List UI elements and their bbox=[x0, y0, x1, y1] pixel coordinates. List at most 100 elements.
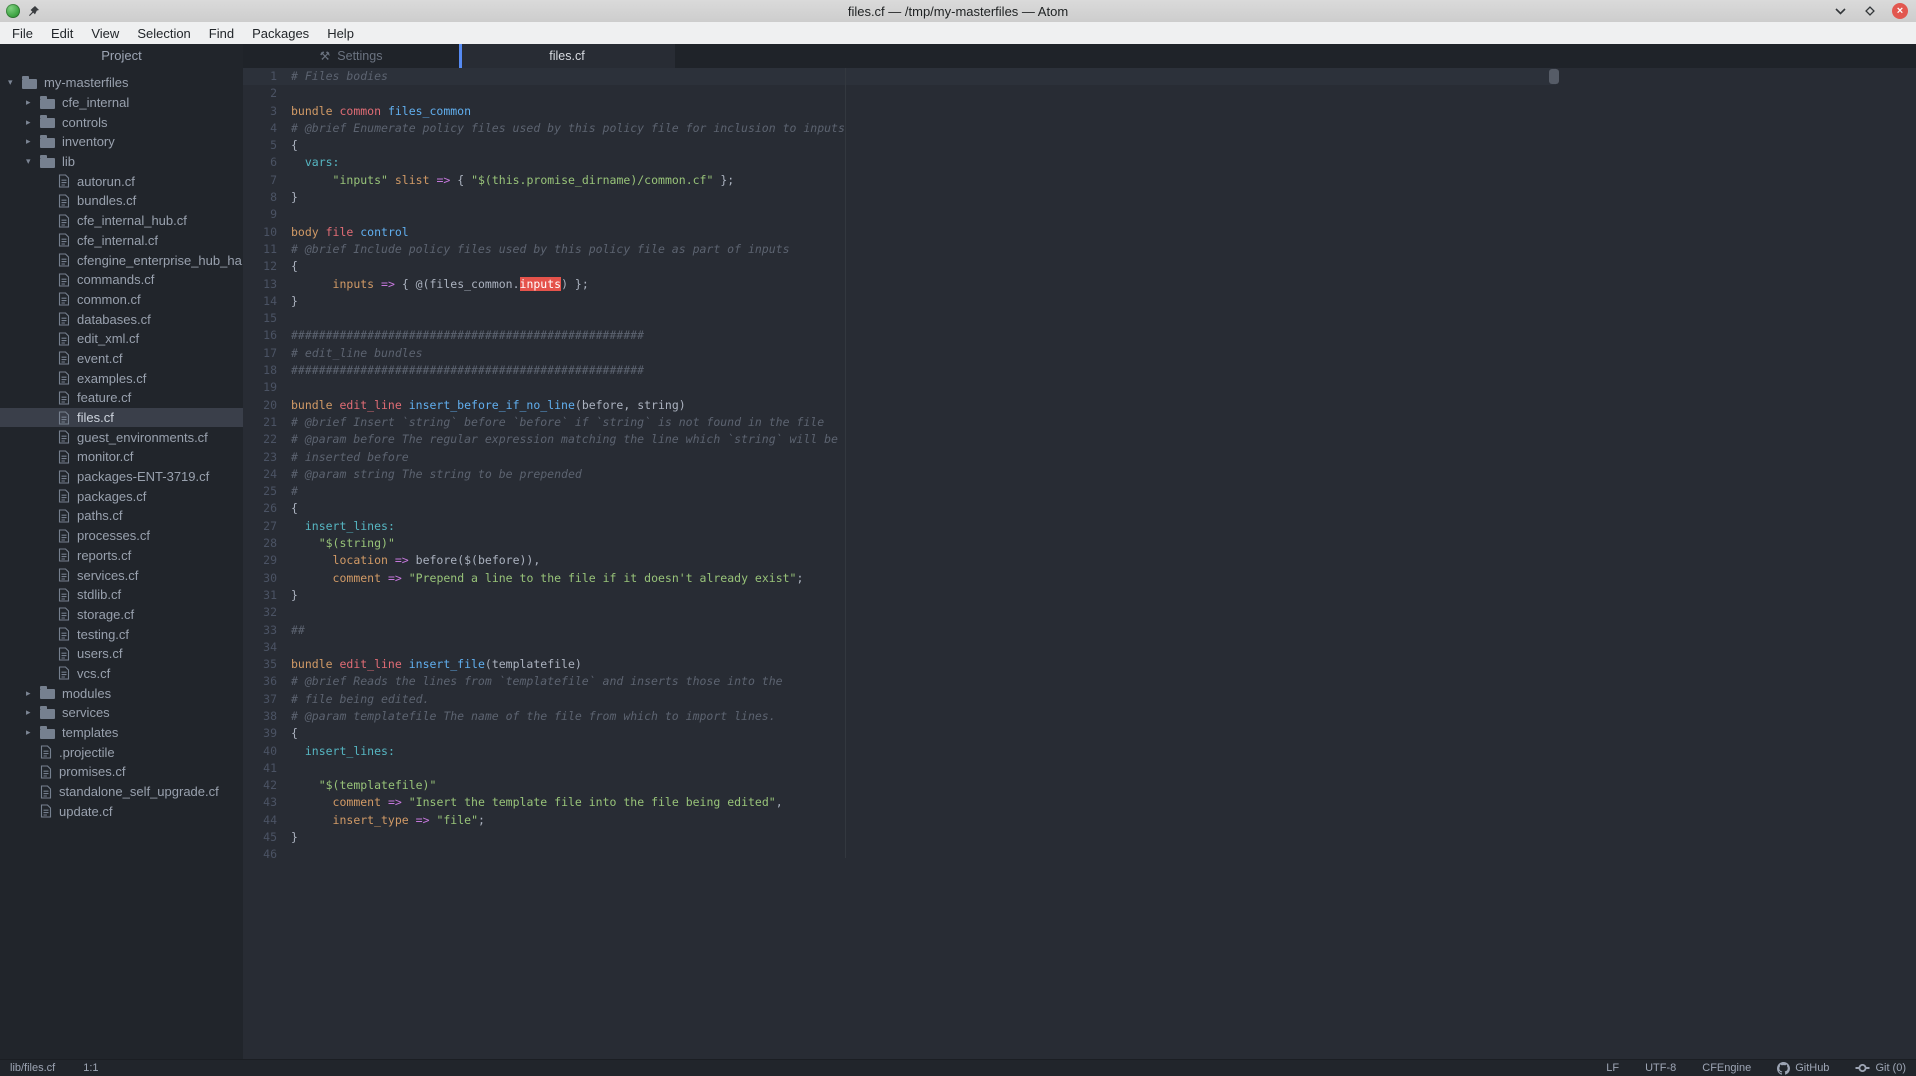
code-line-22[interactable]: 22# @param before The regular expression… bbox=[243, 431, 1916, 448]
code-line-45[interactable]: 45} bbox=[243, 829, 1916, 846]
tree-item-packages-ent-3719-cf[interactable]: packages-ENT-3719.cf bbox=[0, 467, 243, 487]
code-line-43[interactable]: 43 comment => "Insert the template file … bbox=[243, 794, 1916, 811]
tree-item-feature-cf[interactable]: feature.cf bbox=[0, 388, 243, 408]
code-line-17[interactable]: 17# edit_line bundles bbox=[243, 345, 1916, 362]
code-line-29[interactable]: 29 location => before($(before)), bbox=[243, 552, 1916, 569]
code-line-10[interactable]: 10body file control bbox=[243, 224, 1916, 241]
tree-item-processes-cf[interactable]: processes.cf bbox=[0, 526, 243, 546]
menu-help[interactable]: Help bbox=[318, 26, 363, 41]
tree-item-edit-xml-cf[interactable]: edit_xml.cf bbox=[0, 329, 243, 349]
code-line-39[interactable]: 39{ bbox=[243, 725, 1916, 742]
chevron-right-icon[interactable]: ▸ bbox=[26, 117, 40, 128]
tree-item-examples-cf[interactable]: examples.cf bbox=[0, 368, 243, 388]
code-line-27[interactable]: 27 insert_lines: bbox=[243, 518, 1916, 535]
code-line-41[interactable]: 41 bbox=[243, 760, 1916, 777]
code-line-15[interactable]: 15 bbox=[243, 310, 1916, 327]
code-line-8[interactable]: 8} bbox=[243, 189, 1916, 206]
tree-item-promises-cf[interactable]: promises.cf bbox=[0, 762, 243, 782]
chevron-right-icon[interactable]: ▸ bbox=[26, 707, 40, 718]
code-line-13[interactable]: 13 inputs => { @(files_common.inputs) }; bbox=[243, 276, 1916, 293]
titlebar[interactable]: files.cf — /tmp/my-masterfiles — Atom × bbox=[0, 0, 1916, 22]
tab-settings[interactable]: ⚒Settings bbox=[243, 44, 459, 68]
code-line-44[interactable]: 44 insert_type => "file"; bbox=[243, 812, 1916, 829]
code-line-40[interactable]: 40 insert_lines: bbox=[243, 743, 1916, 760]
code-line-20[interactable]: 20bundle edit_line insert_before_if_no_l… bbox=[243, 397, 1916, 414]
code-line-18[interactable]: 18######################################… bbox=[243, 362, 1916, 379]
code-line-46[interactable]: 46 bbox=[243, 846, 1916, 863]
code-line-28[interactable]: 28 "$(string)" bbox=[243, 535, 1916, 552]
maximize-button[interactable] bbox=[1862, 3, 1878, 19]
tree-item-databases-cf[interactable]: databases.cf bbox=[0, 309, 243, 329]
tree-item-reports-cf[interactable]: reports.cf bbox=[0, 546, 243, 566]
menu-edit[interactable]: Edit bbox=[42, 26, 82, 41]
code-line-12[interactable]: 12{ bbox=[243, 258, 1916, 275]
tree-item-commands-cf[interactable]: commands.cf bbox=[0, 270, 243, 290]
code-line-35[interactable]: 35bundle edit_line insert_file(templatef… bbox=[243, 656, 1916, 673]
tree-item-event-cf[interactable]: event.cf bbox=[0, 349, 243, 369]
tree-item-update-cf[interactable]: update.cf bbox=[0, 801, 243, 821]
tree-item-controls[interactable]: ▸controls bbox=[0, 112, 243, 132]
code-line-1[interactable]: 1# Files bodies bbox=[243, 68, 1556, 85]
tree-item-cfe-internal[interactable]: ▸cfe_internal bbox=[0, 93, 243, 113]
tree-item-my-masterfiles[interactable]: ▾my-masterfiles bbox=[0, 73, 243, 93]
tree-item-guest-environments-cf[interactable]: guest_environments.cf bbox=[0, 427, 243, 447]
code-line-23[interactable]: 23# inserted before bbox=[243, 449, 1916, 466]
code-line-6[interactable]: 6 vars: bbox=[243, 154, 1916, 171]
statusbar-cursor-position[interactable]: 1:1 bbox=[83, 1062, 98, 1074]
tree-item-packages-cf[interactable]: packages.cf bbox=[0, 486, 243, 506]
chevron-down-icon[interactable]: ▾ bbox=[26, 156, 40, 167]
statusbar-git-0-[interactable]: Git (0) bbox=[1855, 1062, 1906, 1074]
statusbar-utf-8[interactable]: UTF-8 bbox=[1645, 1062, 1676, 1074]
tree-item-templates[interactable]: ▸templates bbox=[0, 723, 243, 743]
statusbar-file-path[interactable]: lib/files.cf bbox=[10, 1062, 55, 1074]
tab-files-cf[interactable]: files.cf bbox=[459, 44, 675, 68]
tree-item-autorun-cf[interactable]: autorun.cf bbox=[0, 171, 243, 191]
menu-file[interactable]: File bbox=[3, 26, 42, 41]
code-line-11[interactable]: 11# @brief Include policy files used by … bbox=[243, 241, 1916, 258]
code-line-36[interactable]: 36# @brief Reads the lines from `templat… bbox=[243, 673, 1916, 690]
menu-find[interactable]: Find bbox=[200, 26, 243, 41]
tree-item-paths-cf[interactable]: paths.cf bbox=[0, 506, 243, 526]
statusbar-lf[interactable]: LF bbox=[1606, 1062, 1619, 1074]
text-editor[interactable]: 1# Files bodies23bundle common files_com… bbox=[243, 68, 1916, 1059]
code-line-5[interactable]: 5{ bbox=[243, 137, 1916, 154]
code-line-16[interactable]: 16######################################… bbox=[243, 327, 1916, 344]
code-line-2[interactable]: 2 bbox=[243, 85, 1916, 102]
tree-item-cfe-internal-hub-cf[interactable]: cfe_internal_hub.cf bbox=[0, 211, 243, 231]
tree-item-standalone-self-upgrade-cf[interactable]: standalone_self_upgrade.cf bbox=[0, 782, 243, 802]
code-line-33[interactable]: 33## bbox=[243, 622, 1916, 639]
menu-view[interactable]: View bbox=[82, 26, 128, 41]
menu-packages[interactable]: Packages bbox=[243, 26, 318, 41]
code-line-7[interactable]: 7 "inputs" slist => { "$(this.promise_di… bbox=[243, 172, 1916, 189]
code-line-14[interactable]: 14} bbox=[243, 293, 1916, 310]
tree-item-vcs-cf[interactable]: vcs.cf bbox=[0, 664, 243, 684]
tree-item-cfe-internal-cf[interactable]: cfe_internal.cf bbox=[0, 231, 243, 251]
tree-item-monitor-cf[interactable]: monitor.cf bbox=[0, 447, 243, 467]
code-line-21[interactable]: 21# @brief Insert `string` before `befor… bbox=[243, 414, 1916, 431]
tree-item-files-cf[interactable]: files.cf bbox=[0, 408, 243, 428]
chevron-right-icon[interactable]: ▸ bbox=[26, 688, 40, 699]
minimize-button[interactable] bbox=[1832, 3, 1848, 19]
menu-selection[interactable]: Selection bbox=[128, 26, 199, 41]
vertical-scrollbar-thumb[interactable] bbox=[1549, 69, 1559, 84]
code-line-42[interactable]: 42 "$(templatefile)" bbox=[243, 777, 1916, 794]
code-line-31[interactable]: 31} bbox=[243, 587, 1916, 604]
tree-item-common-cf[interactable]: common.cf bbox=[0, 290, 243, 310]
code-line-25[interactable]: 25# bbox=[243, 483, 1916, 500]
tree-item-lib[interactable]: ▾lib bbox=[0, 152, 243, 172]
tree-item-testing-cf[interactable]: testing.cf bbox=[0, 624, 243, 644]
chevron-right-icon[interactable]: ▸ bbox=[26, 97, 40, 108]
code-line-37[interactable]: 37# file being edited. bbox=[243, 691, 1916, 708]
code-line-9[interactable]: 9 bbox=[243, 206, 1916, 223]
code-line-26[interactable]: 26{ bbox=[243, 500, 1916, 517]
tree-item-storage-cf[interactable]: storage.cf bbox=[0, 605, 243, 625]
code-line-4[interactable]: 4# @brief Enumerate policy files used by… bbox=[243, 120, 1916, 137]
tree-item-services-cf[interactable]: services.cf bbox=[0, 565, 243, 585]
tree-item-modules[interactable]: ▸modules bbox=[0, 683, 243, 703]
code-line-32[interactable]: 32 bbox=[243, 604, 1916, 621]
chevron-right-icon[interactable]: ▸ bbox=[26, 136, 40, 147]
code-line-19[interactable]: 19 bbox=[243, 379, 1916, 396]
code-line-38[interactable]: 38# @param templatefile The name of the … bbox=[243, 708, 1916, 725]
tree-item--projectile[interactable]: .projectile bbox=[0, 742, 243, 762]
close-button[interactable]: × bbox=[1892, 3, 1908, 19]
